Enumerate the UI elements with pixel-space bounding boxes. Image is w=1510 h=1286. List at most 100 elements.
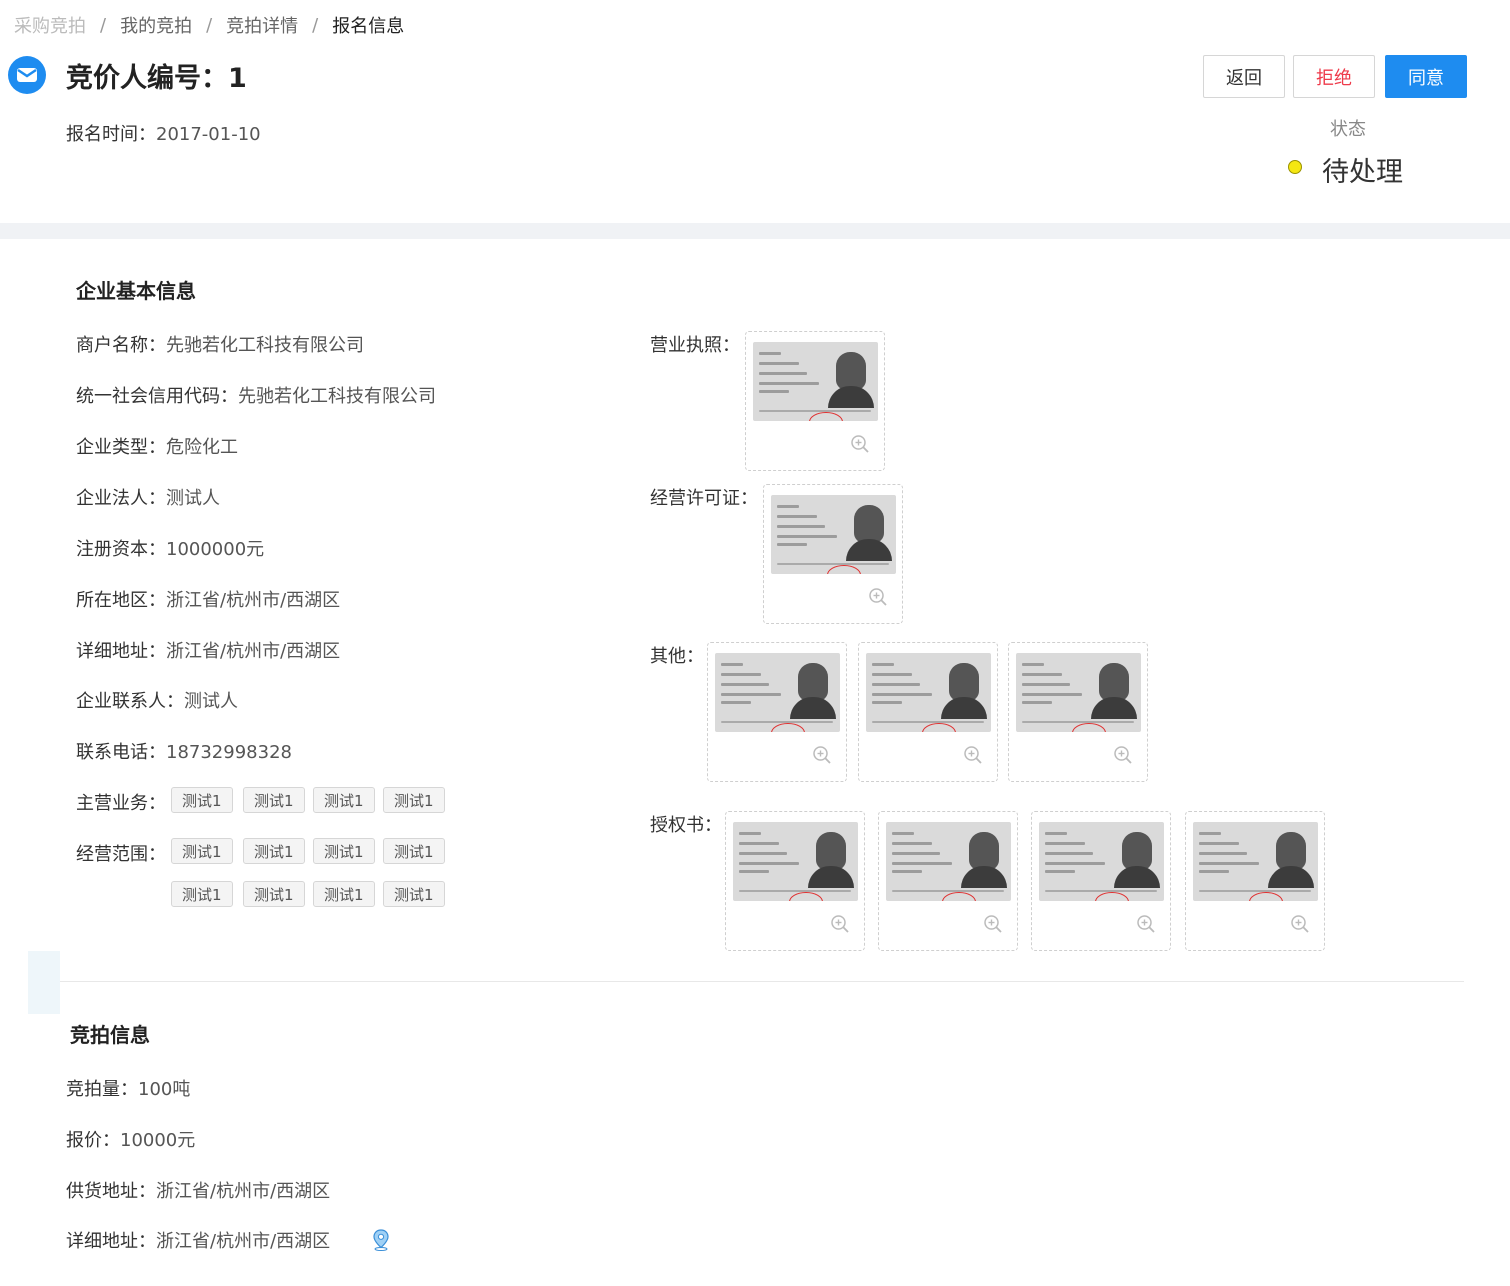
id-card-image (715, 653, 840, 732)
field-label: 详细地址： (66, 1231, 156, 1252)
field-value: 测试人 (184, 691, 238, 712)
id-card-image (1016, 653, 1141, 732)
breadcrumb-separator: / (100, 14, 107, 36)
zoom-in-icon[interactable] (830, 914, 850, 938)
breadcrumb: 采购竞拍 / 我的竞拍 / 竞拍详情 / 报名信息 (14, 12, 404, 38)
field-label: 供货地址： (66, 1181, 156, 1202)
field-value: 100吨 (138, 1079, 191, 1100)
field-value: 先驰若化工科技有限公司 (166, 335, 364, 356)
business-scope-tag: 测试1 (383, 881, 445, 907)
business-scope-tag: 测试1 (313, 838, 375, 864)
field-value: 浙江省/杭州市/西湖区 (166, 590, 341, 611)
field-label: 报价： (66, 1130, 120, 1151)
signup-time-value: 2017-01-10 (156, 124, 261, 145)
authorization-letter-thumbnail[interactable] (725, 811, 865, 951)
other-doc-thumbnail[interactable] (858, 642, 998, 782)
main-business-label: 主营业务： (76, 793, 166, 814)
zoom-in-icon[interactable] (850, 434, 870, 458)
id-card-image (771, 495, 896, 574)
main-business-tag: 测试1 (383, 787, 445, 813)
map-pin-icon[interactable] (371, 1229, 391, 1255)
field-region: 所在地区：浙江省/杭州市/西湖区 (76, 586, 340, 612)
breadcrumb-item-procurement-auction[interactable]: 采购竞拍 (14, 12, 86, 38)
signup-time-label: 报名时间： (66, 124, 156, 145)
business-license-thumbnail[interactable] (745, 331, 885, 471)
operating-permit-label: 经营许可证： (650, 488, 758, 509)
company-section-title: 企业基本信息 (76, 279, 196, 303)
business-scope-tag: 测试1 (383, 838, 445, 864)
signup-time: 报名时间：2017-01-10 (66, 120, 261, 146)
page-title: 竞价人编号：1 (66, 63, 247, 94)
field-label: 注册资本： (76, 539, 166, 560)
reject-button[interactable]: 拒绝 (1293, 55, 1375, 98)
id-card-image (866, 653, 991, 732)
field-value: 浙江省/杭州市/西湖区 (156, 1181, 331, 1202)
field-label: 所在地区： (76, 590, 166, 611)
field-legal-person: 企业法人：测试人 (76, 484, 220, 510)
field-auction-detail-address: 详细地址：浙江省/杭州市/西湖区 (66, 1227, 330, 1253)
zoom-in-icon[interactable] (868, 587, 888, 611)
other-doc-thumbnail[interactable] (1008, 642, 1148, 782)
authorization-letter-thumbnail[interactable] (1185, 811, 1325, 951)
zoom-in-icon[interactable] (1136, 914, 1156, 938)
business-scope-tag: 测试1 (243, 838, 305, 864)
business-scope-tag: 测试1 (243, 881, 305, 907)
breadcrumb-separator: / (312, 14, 319, 36)
authorization-letter-thumbnail[interactable] (1031, 811, 1171, 951)
business-license-label: 营业执照： (650, 335, 740, 356)
field-label: 详细地址： (76, 641, 166, 662)
main-business-tag: 测试1 (243, 787, 305, 813)
business-scope-tag: 测试1 (313, 881, 375, 907)
side-marker (28, 951, 60, 1014)
envelope-icon (8, 56, 46, 94)
id-card-image (886, 822, 1011, 901)
field-label: 企业联系人： (76, 691, 184, 712)
business-scope-tag: 测试1 (171, 881, 233, 907)
business-scope-tag: 测试1 (171, 838, 233, 864)
zoom-in-icon[interactable] (812, 745, 832, 769)
field-credit-code: 统一社会信用代码：先驰若化工科技有限公司 (76, 382, 436, 408)
agree-button[interactable]: 同意 (1385, 55, 1467, 98)
field-value: 10000元 (120, 1130, 196, 1151)
field-value: 测试人 (166, 488, 220, 509)
breadcrumb-item-auction-detail[interactable]: 竞拍详情 (226, 12, 298, 38)
section-divider (60, 981, 1464, 982)
auction-section-title: 竞拍信息 (70, 1023, 150, 1047)
field-value: 危险化工 (166, 437, 238, 458)
field-label: 企业类型： (76, 437, 166, 458)
field-value: 浙江省/杭州市/西湖区 (156, 1231, 331, 1252)
id-card-image (753, 342, 878, 421)
id-card-image (1193, 822, 1318, 901)
back-button[interactable]: 返回 (1203, 55, 1285, 98)
field-supply-address: 供货地址：浙江省/杭州市/西湖区 (66, 1177, 330, 1203)
field-label: 竞拍量： (66, 1079, 138, 1100)
breadcrumb-item-my-auction[interactable]: 我的竞拍 (120, 12, 192, 38)
status-label: 状态 (1330, 119, 1366, 140)
field-contact-person: 企业联系人：测试人 (76, 687, 238, 713)
other-doc-thumbnail[interactable] (707, 642, 847, 782)
zoom-in-icon[interactable] (1290, 914, 1310, 938)
authorization-letter-thumbnail[interactable] (878, 811, 1018, 951)
other-docs-label: 其他： (650, 646, 704, 667)
authorization-letter-label: 授权书： (650, 815, 722, 836)
field-auction-quantity: 竞拍量：100吨 (66, 1075, 190, 1101)
status-value: 待处理 (1322, 157, 1403, 188)
operating-permit-thumbnail[interactable] (763, 484, 903, 624)
main-business-tag: 测试1 (313, 787, 375, 813)
field-phone: 联系电话：18732998328 (76, 738, 292, 764)
zoom-in-icon[interactable] (983, 914, 1003, 938)
main-business-tag: 测试1 (171, 787, 233, 813)
zoom-in-icon[interactable] (1113, 745, 1133, 769)
field-label: 商户名称： (76, 335, 166, 356)
status-dot-icon (1288, 160, 1302, 174)
breadcrumb-separator: / (206, 14, 213, 36)
field-label: 联系电话： (76, 742, 166, 763)
field-label: 企业法人： (76, 488, 166, 509)
zoom-in-icon[interactable] (963, 745, 983, 769)
field-bid-price: 报价：10000元 (66, 1126, 195, 1152)
field-value: 浙江省/杭州市/西湖区 (166, 641, 341, 662)
field-value: 18732998328 (166, 742, 292, 763)
field-value: 1000000元 (166, 539, 265, 560)
field-value: 先驰若化工科技有限公司 (238, 386, 436, 407)
business-scope-label: 经营范围： (76, 844, 166, 865)
